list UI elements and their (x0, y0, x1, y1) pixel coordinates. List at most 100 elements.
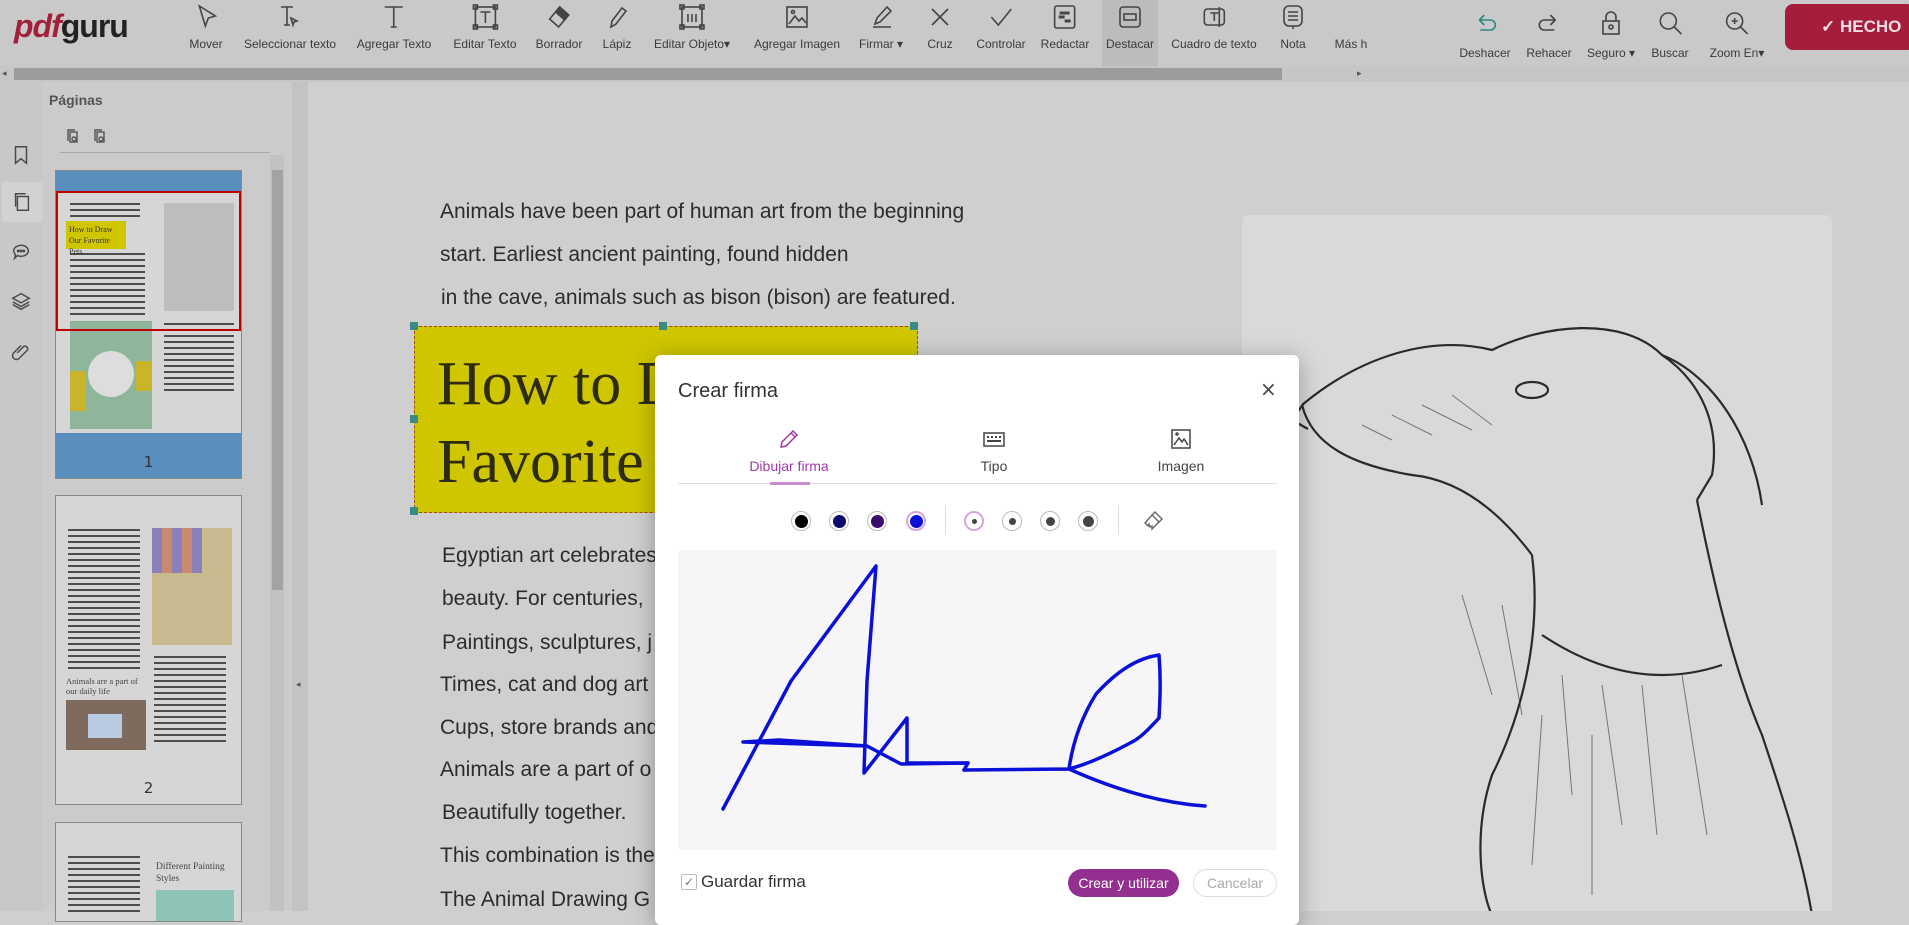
resize-handle[interactable] (910, 322, 918, 330)
dog-sketch-image[interactable] (1242, 215, 1832, 911)
active-tab-indicator (770, 482, 810, 485)
edit-object-icon (679, 4, 705, 30)
search-icon (1659, 12, 1682, 35)
tool-mover[interactable]: Mover (185, 0, 226, 66)
dialog-title: Crear firma (678, 380, 779, 402)
pen-size-option[interactable] (1040, 511, 1060, 531)
pages-icon[interactable] (2, 182, 42, 222)
note-icon (1283, 5, 1303, 29)
save-signature-checkbox[interactable]: ✓ (681, 874, 697, 890)
cross-icon (931, 8, 949, 26)
redo-icon (1538, 14, 1556, 31)
signature-stroke (741, 738, 970, 766)
signature-stroke (962, 653, 1207, 808)
horizontal-scroll-thumb[interactable] (14, 68, 1282, 80)
edit-text-icon (472, 4, 498, 30)
attachment-icon[interactable] (4, 331, 38, 371)
tool-agregar-imagen[interactable]: Agregar Imagen (750, 0, 844, 66)
cancel-button[interactable]: Cancelar (1193, 869, 1277, 897)
tool-seleccionar-texto[interactable]: Seleccionar texto (240, 0, 340, 66)
tool-editar-objeto[interactable]: Editar Objeto▾ (650, 0, 734, 66)
tool-label: Más h (1334, 37, 1368, 51)
body-text: beauty. For centuries, (442, 587, 644, 610)
tool-firmar[interactable]: Firmar ▾ (855, 0, 907, 66)
comments-icon[interactable] (4, 231, 38, 271)
tool-agregar-texto[interactable]: Agregar Texto (353, 0, 436, 66)
thumb-painting-image (66, 700, 146, 750)
clear-brush-icon[interactable] (1141, 509, 1165, 533)
resize-handle[interactable] (659, 322, 667, 330)
tab-type[interactable]: Tipo (914, 427, 1074, 474)
scroll-right-arrow[interactable]: ▸ (1357, 69, 1362, 79)
thumb-embroidery-image (70, 321, 152, 429)
tool-nota[interactable]: Nota (1274, 0, 1312, 66)
pen-size-option[interactable] (1002, 511, 1022, 531)
panel-collapse-handle[interactable]: ◂ (292, 82, 308, 911)
panel-divider (60, 152, 270, 153)
signature-stroke (721, 564, 970, 811)
layers-icon[interactable] (4, 281, 38, 321)
tool-deshacer[interactable]: Deshacer (1455, 6, 1514, 72)
scroll-left-arrow[interactable]: ◂ (2, 69, 7, 79)
create-and-use-button[interactable]: Crear y utilizar (1068, 869, 1179, 897)
resize-handle[interactable] (410, 322, 418, 330)
bookmark-icon[interactable] (4, 135, 38, 175)
tool-seguro[interactable]: Seguro ▾ (1583, 6, 1639, 72)
logo-guru: guru (60, 8, 129, 44)
lock-icon (1602, 11, 1620, 35)
pen-color-swatch[interactable] (867, 511, 887, 531)
close-icon[interactable]: × (1260, 377, 1277, 401)
pen-color-swatch[interactable] (791, 511, 811, 531)
done-button[interactable]: ✓ HECHO (1785, 4, 1909, 50)
tab-image[interactable]: Imagen (1101, 427, 1261, 474)
page-thumbnail-1[interactable]: How to Draw Our Favorite Pets 1 (55, 170, 242, 479)
page-number: 2 (143, 779, 154, 797)
pen-size-option[interactable] (964, 511, 984, 531)
toolbar-separator (1118, 505, 1119, 535)
pen-color-swatch[interactable] (829, 511, 849, 531)
page-number: 1 (143, 453, 154, 471)
page-thumbnail-3[interactable]: Different Painting Styles (55, 822, 242, 922)
tool-label: Firmar ▾ (858, 37, 904, 51)
thumbnails-scroll-thumb[interactable] (272, 170, 283, 590)
tool-más-h[interactable]: Más h (1331, 0, 1372, 66)
pen-color-swatch[interactable] (906, 511, 926, 531)
tool-cuadro-de-texto[interactable]: Cuadro de texto (1167, 0, 1260, 66)
image-icon (1171, 429, 1191, 449)
body-text: The Animal Drawing G (440, 888, 651, 911)
tab-label: Imagen (1157, 458, 1205, 474)
tool-redactar[interactable]: Redactar (1037, 0, 1094, 66)
zoom-out-pages-icon[interactable] (64, 128, 82, 146)
tool-label: Deshacer (1459, 46, 1511, 60)
tool-destacar[interactable]: Destacar (1101, 0, 1159, 66)
viewport-indicator (56, 191, 241, 331)
tab-draw-signature[interactable]: Dibujar firma (709, 427, 869, 474)
signature-canvas[interactable] (678, 550, 1277, 850)
pen-size-option[interactable] (1078, 511, 1098, 531)
tool-rehacer[interactable]: Rehacer (1522, 6, 1575, 72)
create-signature-dialog: Crear firma × Dibujar firma Tipo Imagen … (655, 355, 1299, 925)
tool-label: Nota (1280, 37, 1306, 51)
tool-buscar[interactable]: Buscar (1647, 6, 1692, 72)
thumb-watercolor-image (156, 890, 234, 921)
redact-icon (1054, 5, 1076, 29)
side-rail (0, 82, 42, 911)
tool-borrador[interactable]: Borrador (532, 0, 587, 66)
resize-handle[interactable] (410, 415, 418, 423)
save-signature-label: Guardar firma (701, 872, 806, 891)
body-text: Animals are a part of o (440, 758, 652, 781)
select-text-icon (281, 6, 300, 28)
eraser-icon (548, 5, 571, 29)
tool-lápiz[interactable]: Lápiz (598, 0, 636, 66)
resize-handle[interactable] (410, 507, 418, 515)
page-thumbnail-2[interactable]: Animals are a part of our daily life 2 (55, 495, 242, 805)
tool-controlar[interactable]: Controlar (972, 0, 1029, 66)
tool-editar-texto[interactable]: Editar Texto (449, 0, 520, 66)
tool-label: Editar Texto (453, 37, 517, 51)
zoom-in-pages-icon[interactable] (91, 128, 109, 146)
tool-cruz[interactable]: Cruz (921, 0, 959, 66)
thumb-heading: Animals are a part of our daily life (66, 676, 138, 696)
tool-zoom-en[interactable]: Zoom En▾ (1706, 6, 1769, 72)
tool-label: Seguro ▾ (1586, 46, 1636, 60)
tool-label: Zoom En▾ (1709, 46, 1765, 60)
